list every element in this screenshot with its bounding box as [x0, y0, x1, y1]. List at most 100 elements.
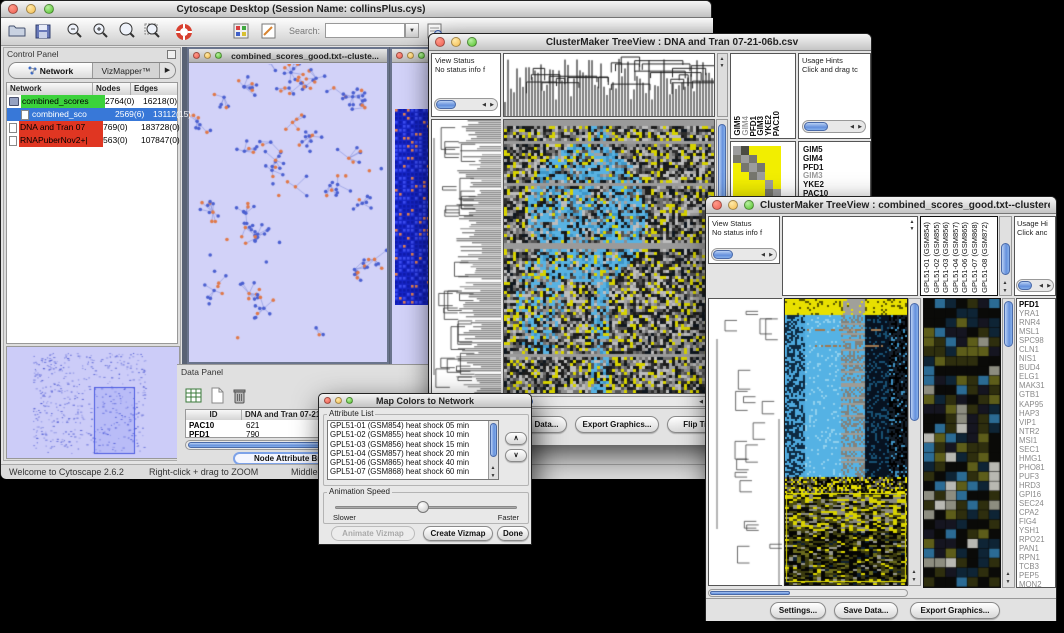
gene-label[interactable]: CLN1: [1019, 345, 1055, 354]
close-button[interactable]: [8, 4, 18, 14]
array-labels-scrollbar[interactable]: ▲ ▼: [999, 216, 1012, 296]
zoom-button[interactable]: [744, 200, 754, 210]
gene-label[interactable]: SEC1: [1019, 445, 1055, 454]
scroll-up-icon[interactable]: ▲: [489, 465, 497, 471]
array-label[interactable]: GPL51-01 (GSM854): [923, 222, 931, 293]
save-icon[interactable]: [33, 21, 55, 43]
gene-label[interactable]: SPC98: [1019, 336, 1055, 345]
scroll-left-icon[interactable]: ◀: [480, 102, 488, 108]
header-network[interactable]: Network: [7, 83, 93, 95]
expression-heatmap[interactable]: [504, 120, 714, 393]
gene-label[interactable]: HRD3: [1019, 481, 1055, 490]
treeview2-titlebar[interactable]: ClusterMaker TreeView : combined_scores_…: [706, 197, 1056, 214]
usage-hints-scrollbar[interactable]: ◀ ▶: [802, 120, 866, 133]
attribute-item[interactable]: GPL51-03 (GSM856) heat shock 15 min: [328, 440, 498, 449]
close-button[interactable]: [712, 200, 722, 210]
close-button[interactable]: [193, 52, 200, 59]
table-row-id[interactable]: PFD1: [189, 430, 209, 439]
scroll-up-icon[interactable]: ▲: [910, 569, 918, 575]
scroll-down-icon[interactable]: ▼: [908, 226, 916, 232]
move-up-button[interactable]: ∧: [505, 432, 527, 445]
scroll-down-icon[interactable]: ▼: [910, 577, 918, 583]
column-dendrogram-panel[interactable]: ▲ ▼: [782, 216, 918, 296]
scroll-up-icon[interactable]: ▲: [908, 219, 916, 225]
network-name[interactable]: combined_sco: [31, 108, 115, 121]
scroll-down-icon[interactable]: ▼: [1004, 579, 1012, 585]
network-tree-row[interactable]: combined_scores2764(0)16218(0): [7, 95, 177, 108]
zoom-button[interactable]: [418, 52, 425, 59]
slider-thumb[interactable]: [417, 501, 429, 513]
heatmap-hscrollbar[interactable]: [708, 589, 908, 597]
create-vizmap-button[interactable]: Create Vizmap: [423, 526, 493, 541]
column-dendrogram-panel[interactable]: [503, 53, 715, 117]
expression-heatmap[interactable]: [785, 299, 907, 585]
help-ring-icon[interactable]: [173, 21, 195, 43]
minimize-button[interactable]: [451, 37, 461, 47]
similarity-matrix[interactable]: [733, 146, 781, 198]
scroll-down-icon[interactable]: ▼: [1001, 288, 1009, 294]
network-tree-row[interactable]: DNA and Tran 07769(0)183728(0): [7, 121, 177, 134]
tab-vizmapper[interactable]: VizMapper™: [93, 63, 159, 78]
scroll-right-icon[interactable]: ▶: [856, 124, 864, 130]
minimize-button[interactable]: [407, 52, 414, 59]
gene-label[interactable]: BUD4: [1019, 363, 1055, 372]
array-label[interactable]: GPL51-02 (GSM855): [933, 222, 941, 293]
zoom-in-icon[interactable]: [91, 21, 113, 43]
close-button[interactable]: [435, 37, 445, 47]
attribute-item[interactable]: GPL51-02 (GSM855) heat shock 10 min: [328, 430, 498, 439]
header-edges[interactable]: Edges: [131, 83, 177, 95]
dense-network-grid-view[interactable]: [395, 109, 429, 305]
scroll-right-icon[interactable]: ▶: [1045, 283, 1053, 289]
gene-label[interactable]: MSI1: [1019, 436, 1055, 445]
scroll-left-icon[interactable]: ◀: [697, 399, 705, 405]
zoom-button[interactable]: [215, 52, 222, 59]
column-label[interactable]: PAC10: [773, 111, 781, 136]
delete-attribute-icon[interactable]: [231, 387, 253, 409]
column-dendrogram[interactable]: [504, 54, 714, 116]
gene-label[interactable]: YRA1: [1019, 309, 1055, 318]
overview-canvas[interactable]: [7, 347, 177, 458]
zoom-out-icon[interactable]: [65, 21, 87, 43]
attribute-item[interactable]: GPL51-01 (GSM854) heat shock 05 min: [328, 421, 498, 430]
main-titlebar[interactable]: Cytoscape Desktop (Session Name: collins…: [1, 1, 711, 18]
usage-hints-scrollbar[interactable]: ◀ ▶: [1016, 279, 1054, 292]
vizmapper-icon[interactable]: [231, 21, 253, 43]
zoom-fit-icon[interactable]: [117, 21, 139, 43]
gene-label[interactable]: MSL1: [1019, 327, 1055, 336]
gene-label[interactable]: GPI16: [1019, 490, 1055, 499]
animate-vizmap-button[interactable]: Animate Vizmap: [331, 526, 415, 541]
open-file-icon[interactable]: [7, 21, 29, 43]
gene-label[interactable]: PAN1: [1019, 544, 1055, 553]
table-row-value[interactable]: 621: [246, 421, 259, 430]
gene-label[interactable]: PUF3: [1019, 472, 1055, 481]
scroll-up-icon[interactable]: ▲: [1001, 280, 1009, 286]
network-graph-view[interactable]: [189, 64, 387, 364]
zoom-heatmap-panel[interactable]: [923, 298, 1001, 588]
table-row-value[interactable]: 790: [246, 430, 259, 439]
annotation-icon[interactable]: [259, 21, 281, 43]
network-name[interactable]: RNAPuberNov2+|: [19, 134, 103, 147]
scroll-left-icon[interactable]: ◀: [759, 252, 767, 258]
attribute-table-icon[interactable]: [185, 387, 207, 409]
zoom-selected-icon[interactable]: [143, 21, 165, 43]
row-dendrogram-panel[interactable]: [708, 298, 782, 586]
zoom-heatmap[interactable]: [924, 299, 1000, 587]
move-down-button[interactable]: ∨: [505, 449, 527, 462]
attribute-list-scrollbar[interactable]: ▲ ▼: [488, 421, 498, 479]
array-label[interactable]: GPL51-06 (GSM865): [961, 222, 969, 293]
zoom-button[interactable]: [44, 4, 54, 14]
network-name[interactable]: combined_scores: [21, 95, 105, 108]
export-graphics-button[interactable]: Export Graphics...: [575, 416, 659, 433]
id-column-header[interactable]: ID: [186, 410, 242, 420]
attribute-item[interactable]: GPL51-07 (GSM868) heat shock 60 min: [328, 467, 498, 476]
gene-label[interactable]: GTB1: [1019, 390, 1055, 399]
scroll-up-icon[interactable]: ▲: [718, 56, 726, 62]
gene-label[interactable]: HMG1: [1019, 454, 1055, 463]
gene-label[interactable]: RPO21: [1019, 535, 1055, 544]
network-name[interactable]: DNA and Tran 07: [19, 121, 103, 134]
scroll-down-icon[interactable]: ▼: [718, 63, 726, 69]
tab-more-button[interactable]: ▶: [159, 63, 175, 78]
done-button[interactable]: Done: [497, 526, 529, 541]
array-label[interactable]: GPL51-03 (GSM856): [942, 222, 950, 293]
network-overview-panel[interactable]: [6, 346, 180, 459]
